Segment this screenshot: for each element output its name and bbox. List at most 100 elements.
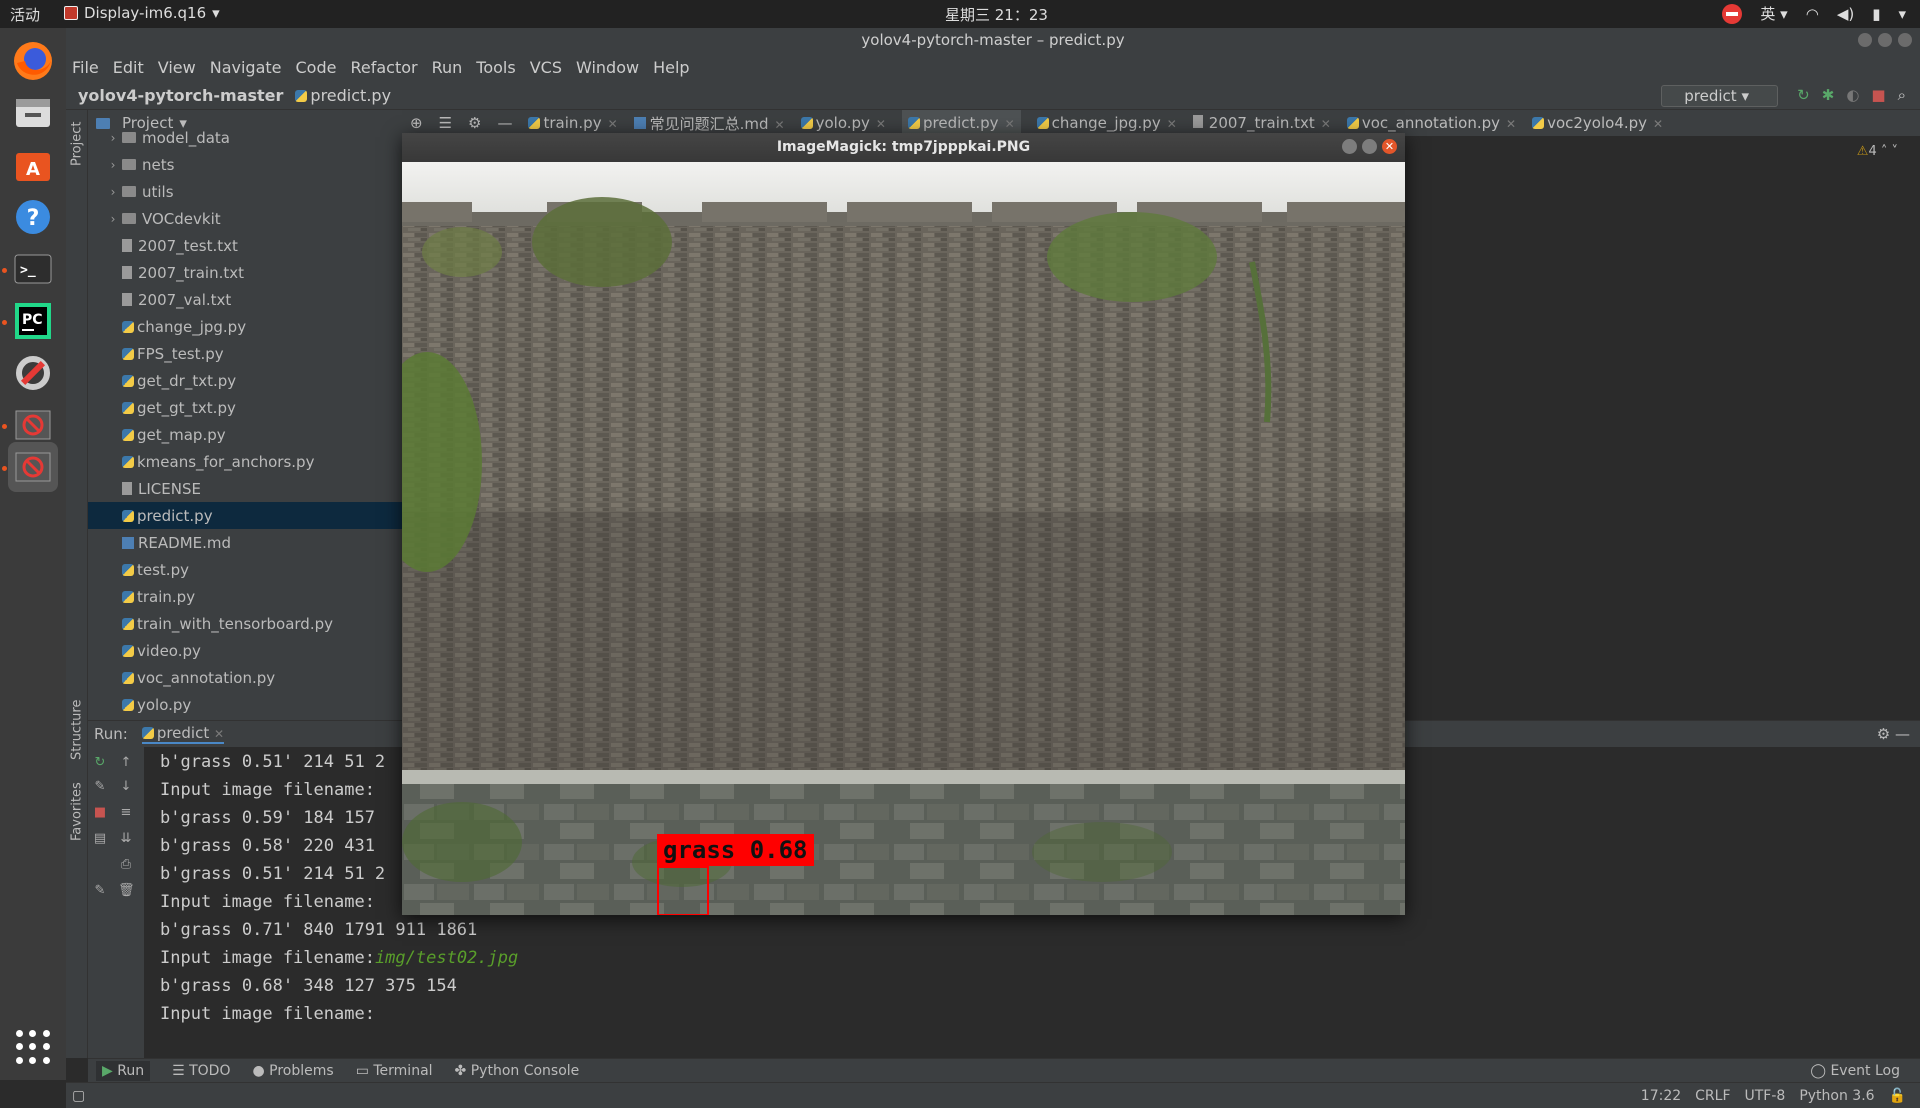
menu-window[interactable]: Window [576, 58, 639, 77]
tree-file[interactable]: LICENSE [88, 475, 402, 502]
minimize-button[interactable] [1858, 33, 1872, 47]
caret-position[interactable]: 17:22 [1641, 1088, 1681, 1104]
lock-icon[interactable]: 🔓 [1889, 1088, 1906, 1104]
tree-folder[interactable]: › VOCdevkit [88, 205, 402, 232]
show-applications-icon[interactable] [16, 1030, 50, 1064]
tree-file[interactable]: yolo.py [88, 691, 402, 718]
warning-indicator[interactable]: ⚠4 ˄ ˅ [1857, 144, 1898, 159]
down-arrow-icon[interactable]: ↓ [118, 779, 134, 795]
imagemagick-window-icon[interactable] [8, 442, 58, 492]
tab-voc-annotation-py[interactable]: voc_annotation.py ✕ [1346, 114, 1516, 132]
side-tab-project[interactable]: Project [66, 114, 88, 174]
event-log-button[interactable]: ◯ Event Log [1810, 1063, 1900, 1079]
close-tab-icon[interactable]: ✕ [608, 117, 618, 131]
interpreter[interactable]: Python 3.6 [1799, 1088, 1874, 1104]
software-center-icon[interactable]: A [8, 140, 58, 190]
tree-file[interactable]: train_with_tensorboard.py [88, 610, 402, 637]
tool-tab-python-console[interactable]: ✤ Python Console [455, 1063, 580, 1079]
pycharm-icon[interactable]: PC [8, 296, 58, 346]
layout-toggle-icon[interactable]: ▢ [72, 1088, 85, 1104]
settings-icon[interactable]: ⚙ [468, 114, 481, 132]
settings-tool-icon[interactable] [8, 348, 58, 398]
close-tab-icon[interactable]: ✕ [876, 117, 886, 131]
search-icon[interactable]: ⌕ [1898, 86, 1906, 104]
coverage-icon[interactable]: ◐ [1846, 86, 1859, 104]
tab-2007-train-txt[interactable]: 2007_train.txt ✕ [1192, 114, 1331, 132]
breadcrumb-file[interactable]: predict.py [295, 86, 391, 105]
chevron-down-icon[interactable]: ▾ [1898, 5, 1906, 23]
tree-file[interactable]: voc_annotation.py [88, 664, 402, 691]
chevron-right-icon[interactable]: › [104, 185, 122, 199]
stop-icon[interactable]: ■ [1871, 86, 1885, 104]
rerun-icon[interactable]: ↻ [1797, 86, 1810, 104]
files-icon[interactable] [8, 88, 58, 138]
tool-tab-run[interactable]: ▶ Run [96, 1060, 151, 1081]
wifi-icon[interactable]: ◠ [1806, 5, 1819, 23]
tab-change-jpg-py[interactable]: change_jpg.py ✕ [1036, 114, 1177, 132]
up-arrow-icon[interactable]: ↑ [118, 755, 134, 771]
terminal-icon[interactable]: >_ [8, 244, 58, 294]
settings-icon[interactable]: ⚙ — [1877, 725, 1910, 743]
tree-file[interactable]: get_gt_txt.py [88, 394, 402, 421]
wrench-icon[interactable]: ✎ [92, 779, 108, 795]
scroll-to-end-icon[interactable]: ⇊ [118, 831, 134, 847]
menu-navigate[interactable]: Navigate [210, 58, 282, 77]
tree-file[interactable]: 2007_train.txt [88, 259, 402, 286]
volume-icon[interactable]: ◀) [1837, 5, 1854, 23]
battery-icon[interactable]: ▮ [1872, 5, 1880, 23]
tree-file[interactable]: kmeans_for_anchors.py [88, 448, 402, 475]
close-tab-icon[interactable]: ✕ [1653, 117, 1663, 131]
input-method-indicator[interactable]: 英 ▾ [1760, 3, 1787, 24]
chevron-right-icon[interactable]: › [104, 158, 122, 172]
trash-icon[interactable]: 🗑 [118, 883, 135, 899]
tree-file[interactable]: predict.py [88, 502, 402, 529]
tab-yolo-py[interactable]: yolo.py ✕ [800, 114, 886, 132]
side-tab-favorites[interactable]: Favorites [66, 772, 88, 852]
close-button[interactable]: ✕ [1382, 139, 1397, 154]
menu-view[interactable]: View [158, 58, 196, 77]
tree-folder[interactable]: › utils [88, 178, 402, 205]
menu-run[interactable]: Run [432, 58, 463, 77]
maximize-button[interactable] [1362, 139, 1377, 154]
pin-icon[interactable]: ✎ [92, 883, 108, 899]
app-menu[interactable]: Display-im6.q16 ▾ [64, 4, 220, 22]
tree-file[interactable]: README.md [88, 529, 402, 556]
side-tab-structure[interactable]: Structure [66, 690, 88, 770]
help-icon[interactable]: ? [8, 192, 58, 242]
tree-file[interactable]: get_dr_txt.py [88, 367, 402, 394]
close-tab-icon[interactable]: ✕ [1506, 117, 1516, 131]
tree-file[interactable]: get_map.py [88, 421, 402, 448]
close-button[interactable] [1898, 33, 1912, 47]
tree-file[interactable]: 2007_test.txt [88, 232, 402, 259]
locate-icon[interactable]: ⊕ [410, 114, 423, 132]
menu-code[interactable]: Code [296, 58, 337, 77]
tree-file[interactable]: train.py [88, 583, 402, 610]
menu-vcs[interactable]: VCS [530, 58, 562, 77]
run-config-select[interactable]: predict ▾ [1661, 85, 1778, 107]
tool-tab-terminal[interactable]: ▭ Terminal [356, 1063, 433, 1079]
rerun-icon[interactable]: ↻ [92, 755, 108, 771]
minimize-button[interactable] [1342, 139, 1357, 154]
tree-folder[interactable]: › nets [88, 151, 402, 178]
chevron-right-icon[interactable]: › [104, 131, 122, 145]
menu-help[interactable]: Help [653, 58, 689, 77]
tab-faq-md[interactable]: 常见问题汇总.md ✕ [633, 113, 785, 134]
menu-edit[interactable]: Edit [113, 58, 144, 77]
stop-icon[interactable]: ■ [92, 805, 108, 821]
image-window-titlebar[interactable]: ImageMagick: tmp7jpppkai.PNG ✕ [402, 133, 1405, 162]
print-icon[interactable]: ⎙ [118, 857, 134, 873]
close-tab-icon[interactable]: ✕ [1005, 117, 1015, 131]
chevron-right-icon[interactable]: › [104, 212, 122, 226]
tree-file[interactable]: test.py [88, 556, 402, 583]
line-separator[interactable]: CRLF [1695, 1088, 1730, 1104]
menu-file[interactable]: File [72, 58, 99, 77]
menu-tools[interactable]: Tools [476, 58, 515, 77]
close-tab-icon[interactable]: ✕ [214, 727, 224, 741]
tree-file[interactable]: change_jpg.py [88, 313, 402, 340]
collapse-icon[interactable]: ☰ [439, 114, 452, 132]
close-tab-icon[interactable]: ✕ [1167, 117, 1177, 131]
tool-tab-problems[interactable]: ● Problems [252, 1063, 333, 1079]
debug-icon[interactable]: ✱ [1822, 86, 1835, 104]
breadcrumb-project[interactable]: yolov4-pytorch-master [78, 86, 283, 105]
file-encoding[interactable]: UTF-8 [1745, 1088, 1786, 1104]
